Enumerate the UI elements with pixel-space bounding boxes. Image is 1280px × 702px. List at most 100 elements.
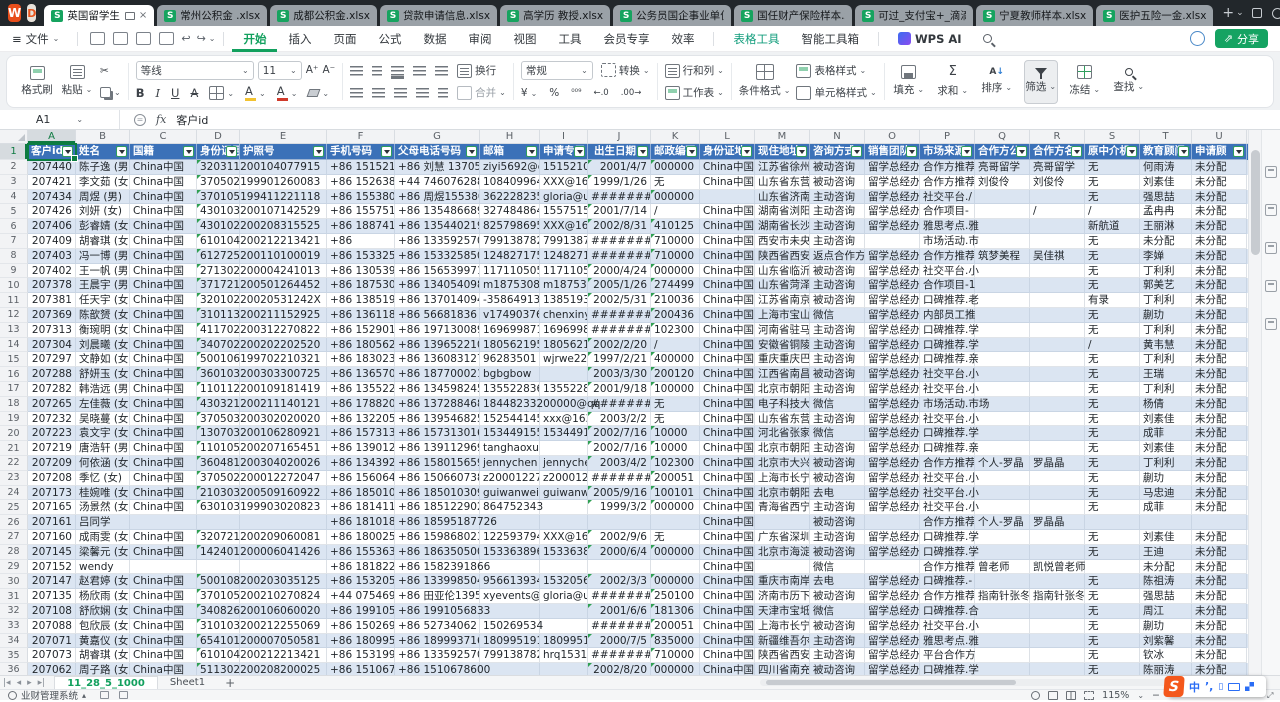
cell[interactable]: 成菲 <box>1140 500 1192 515</box>
cell[interactable]: 无 <box>1085 486 1140 501</box>
header-cell[interactable]: 手机号码 <box>327 144 395 160</box>
sidebar-panel-icon-3[interactable] <box>1265 242 1277 254</box>
cell[interactable]: 被动咨询 <box>810 293 865 308</box>
cell[interactable] <box>1030 234 1085 249</box>
cell[interactable]: 271302200004241013 <box>197 264 240 279</box>
row-header-12[interactable]: 12 <box>0 308 28 323</box>
cell[interactable]: 864752343 <box>480 500 540 515</box>
cell[interactable]: 无 <box>1085 397 1140 412</box>
cell[interactable]: -35864913 <box>480 293 540 308</box>
row-header-1[interactable]: 1 <box>0 144 28 160</box>
percent-format-button[interactable]: % <box>549 84 559 102</box>
column-filter-icon[interactable] <box>796 146 807 157</box>
column-header-O[interactable]: O <box>865 130 920 143</box>
cell[interactable]: 安徽省铜陵 <box>755 338 810 353</box>
cell[interactable]: 000000 <box>651 574 700 589</box>
cell[interactable] <box>540 367 588 382</box>
cell[interactable] <box>1030 308 1085 323</box>
row-header-6[interactable]: 6 <box>0 219 28 234</box>
cell[interactable]: 左佳薇 (女 <box>76 397 130 412</box>
cell[interactable] <box>865 515 920 530</box>
cell[interactable]: 留学总经办 <box>865 619 920 634</box>
header-cell[interactable]: 原中介机 <box>1085 144 1140 160</box>
cell[interactable]: China中国 <box>700 160 755 175</box>
cell[interactable]: China中国 <box>700 515 755 530</box>
sort-button[interactable]: A↓ 排序⌄ <box>980 60 1014 104</box>
cell[interactable]: z20001227 <box>480 471 540 486</box>
column-header-I[interactable]: I <box>540 130 588 143</box>
cell[interactable]: China中国 <box>700 530 755 545</box>
cell[interactable]: China中国 <box>130 308 197 323</box>
column-header-L[interactable]: L <box>700 130 755 143</box>
status-icon-2[interactable] <box>119 691 128 699</box>
cell[interactable] <box>1030 367 1085 382</box>
cell[interactable] <box>755 560 810 575</box>
cell[interactable]: 何雨涛 <box>1140 160 1192 175</box>
cell[interactable]: 未分配 <box>1192 619 1247 634</box>
cell[interactable]: 207265 <box>28 397 76 412</box>
cell[interactable]: 口碑推荐.学 <box>920 545 975 560</box>
cell[interactable]: 袁文宇 (女 <box>76 426 130 441</box>
redo-icon[interactable]: ↪ <box>197 32 206 45</box>
cell[interactable]: 周江 <box>1140 604 1192 619</box>
cell[interactable]: 无 <box>1085 574 1140 589</box>
cell[interactable]: 刘紫馨 <box>1140 634 1192 649</box>
zoom-chevron-icon[interactable]: ⌄ <box>1137 691 1144 700</box>
italic-button[interactable]: I <box>155 86 160 100</box>
cell[interactable]: 未分配 <box>1192 234 1247 249</box>
cell[interactable]: 430321200211140121 <box>197 397 240 412</box>
last-sheet-icon[interactable]: ▸| <box>38 678 46 688</box>
cell[interactable]: +86 1370140948 <box>395 293 480 308</box>
sogou-logo-icon[interactable]: S <box>1163 676 1184 697</box>
cell[interactable] <box>240 560 327 575</box>
cell[interactable]: 主动咨询 <box>810 634 865 649</box>
document-tab[interactable]: S英国留学生× <box>44 5 154 26</box>
wrap-text-button[interactable]: 换行 <box>457 62 496 80</box>
cell[interactable]: China中国 <box>130 589 197 604</box>
column-header-S[interactable]: S <box>1085 130 1140 143</box>
cell[interactable] <box>651 515 700 530</box>
cell[interactable]: 2002/8/31 <box>588 219 651 234</box>
cell[interactable] <box>1030 426 1085 441</box>
cell[interactable]: 000000 <box>651 663 700 675</box>
column-header-M[interactable]: M <box>755 130 810 143</box>
column-filter-icon[interactable] <box>1071 146 1082 157</box>
cell[interactable]: 未分配 <box>1192 648 1247 663</box>
cell[interactable] <box>975 663 1030 675</box>
cell[interactable] <box>975 486 1030 501</box>
cell[interactable]: hrq153199 <box>540 648 588 663</box>
document-tab[interactable]: S国任财产保险样本.x <box>734 5 852 26</box>
cell[interactable]: z20001227 <box>540 471 588 486</box>
cell[interactable]: 未分配 <box>1192 604 1247 619</box>
cell[interactable] <box>975 264 1030 279</box>
cell[interactable]: 陈祖涛 <box>1140 574 1192 589</box>
cell[interactable]: 汤景然 (女 <box>76 500 130 515</box>
header-cell[interactable]: 销售团队 <box>865 144 920 160</box>
rows-cols-button[interactable]: 行和列⌄ <box>665 62 724 80</box>
cell[interactable]: 被动咨询 <box>810 264 865 279</box>
cell[interactable]: 207160 <box>28 530 76 545</box>
cell[interactable]: 207071 <box>28 634 76 649</box>
cell[interactable]: 未分配 <box>1192 545 1247 560</box>
cell[interactable] <box>975 545 1030 560</box>
cell[interactable]: +86 1506607386 <box>395 471 480 486</box>
cell[interactable]: China中国 <box>700 663 755 675</box>
cell[interactable]: 个人-罗晶 <box>975 456 1030 471</box>
distribute-icon[interactable] <box>438 88 448 98</box>
cell[interactable]: 主动咨询 <box>810 234 865 249</box>
cell[interactable]: 511302200208200025 <box>197 663 240 675</box>
cell[interactable]: +86 1391129694 <box>395 441 480 456</box>
output-icon[interactable] <box>113 32 128 45</box>
cell[interactable]: 丁利利 <box>1140 264 1192 279</box>
menu-item-6[interactable]: 视图 <box>502 26 547 52</box>
align-top-icon[interactable] <box>350 66 363 76</box>
cell[interactable]: China中国 <box>130 352 197 367</box>
cell[interactable]: 丁利利 <box>1140 293 1192 308</box>
cell[interactable]: China中国 <box>130 204 197 219</box>
cell[interactable]: China中国 <box>130 190 197 205</box>
cell[interactable]: 411702200312270822 <box>197 323 240 338</box>
cell[interactable]: 2002/5/31 <box>588 293 651 308</box>
cell[interactable]: xxx@163.c <box>540 412 588 427</box>
cell[interactable]: +86 18874129 <box>327 219 395 234</box>
print-icon[interactable] <box>136 32 151 45</box>
